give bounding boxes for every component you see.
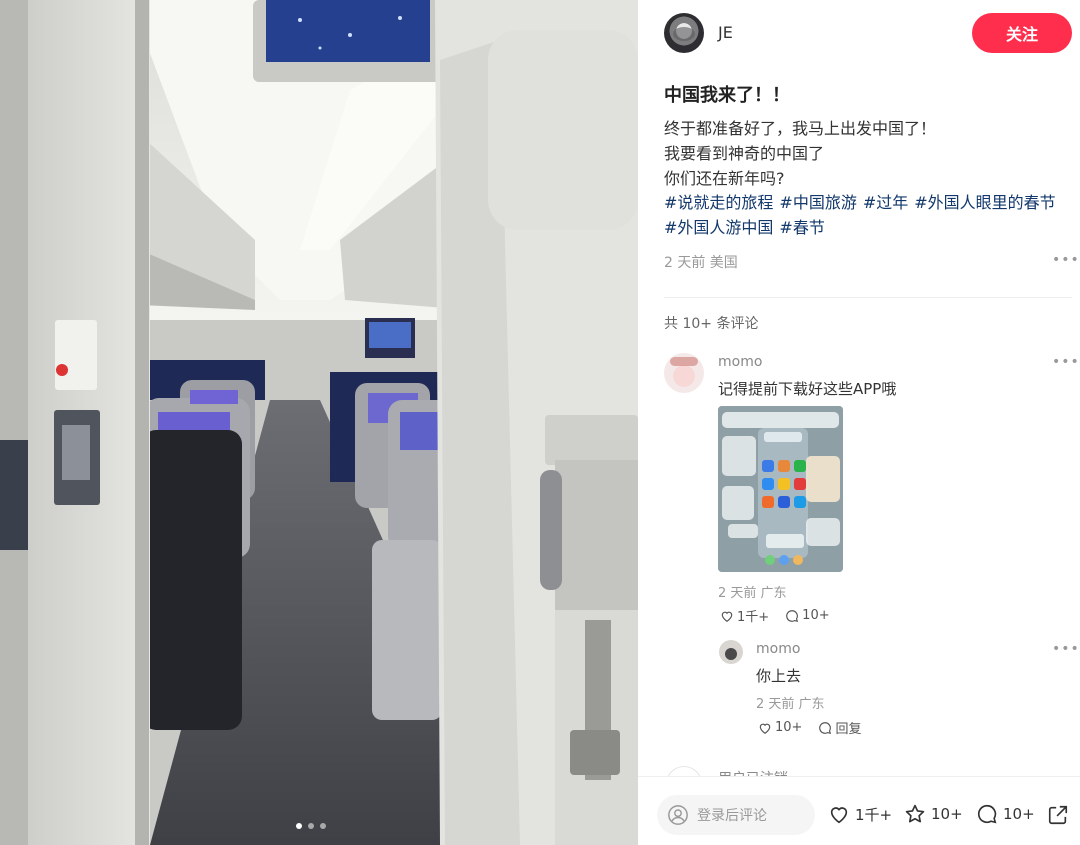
bottom-action-bar: 登录后评论 1千+ 10+ 10+	[638, 776, 1080, 845]
pager-dot[interactable]	[320, 823, 326, 829]
star-icon	[905, 804, 925, 823]
heart-icon	[759, 723, 771, 734]
comment-icon	[786, 609, 799, 622]
comment-avatar[interactable]	[664, 353, 704, 393]
hashtag-link[interactable]: #中国旅游	[779, 190, 856, 215]
comment-meta: 2 天前 广东	[718, 586, 787, 601]
collect-button[interactable]: 10+	[904, 803, 963, 825]
hashtag-link[interactable]: #外国人游中国	[664, 215, 773, 240]
reply-like-count: 10+	[775, 720, 803, 735]
reply-like-button[interactable]: 10+	[758, 718, 802, 737]
post-title: 中国我来了！！	[664, 85, 790, 106]
post-photo[interactable]	[0, 0, 638, 845]
comment-reply-button[interactable]: 10+	[785, 606, 830, 625]
image-pager[interactable]	[296, 823, 326, 829]
post-meta: 2 天前 美国	[664, 255, 738, 271]
author-name[interactable]: JE	[718, 23, 733, 42]
hashtag-link[interactable]: #外国人眼里的春节	[914, 190, 1055, 215]
post-body-line: 你们还在新年吗?	[664, 169, 785, 188]
comment-username[interactable]: momo	[718, 354, 762, 370]
more-icon[interactable]: •••	[1052, 641, 1080, 657]
post-body-line: 我要看到神奇的中国了	[664, 144, 825, 163]
comment-count: 共 10+ 条评论	[664, 316, 759, 332]
hashtag-link[interactable]: #春节	[779, 215, 824, 240]
comment-button[interactable]: 10+	[976, 803, 1035, 825]
like-button[interactable]: 1千+	[828, 803, 892, 825]
author-avatar[interactable]	[664, 13, 704, 53]
comment-actions: 1千+ 10+	[720, 606, 830, 625]
comment-image[interactable]	[718, 406, 843, 572]
comment-icon	[819, 721, 832, 734]
post-detail-panel: JE 关注 中国我来了！！ 终于都准备好了，我马上出发中国了！ 我要看到神奇的中…	[638, 0, 1080, 845]
comment-like-button[interactable]: 1千+	[720, 606, 769, 625]
comment-icon	[977, 804, 997, 824]
like-count: 1千+	[855, 805, 893, 824]
reply-actions: 10+ 回复	[758, 718, 861, 737]
app-list-image	[718, 406, 843, 572]
heart-icon	[721, 611, 733, 622]
hashtag-link[interactable]: #过年	[863, 190, 908, 215]
share-icon	[1048, 805, 1068, 825]
follow-button[interactable]: 关注	[972, 13, 1072, 53]
reply-meta: 2 天前 广东	[756, 697, 825, 712]
more-icon[interactable]: •••	[1052, 252, 1080, 268]
more-icon[interactable]: •••	[1052, 354, 1080, 370]
comment-input[interactable]: 登录后评论	[657, 795, 815, 835]
comment-placeholder: 登录后评论	[697, 808, 767, 824]
reply-reply-button[interactable]: 回复	[818, 718, 861, 737]
divider	[664, 297, 1072, 298]
post-body: 终于都准备好了，我马上出发中国了！ 我要看到神奇的中国了 你们还在新年吗?	[664, 116, 1064, 191]
collect-count: 10+	[931, 805, 963, 823]
airplane-cabin-photo	[0, 0, 638, 845]
reply-text: 你上去	[756, 667, 802, 685]
reply-username[interactable]: momo	[756, 641, 800, 657]
share-button[interactable]	[1047, 804, 1069, 830]
post-body-line: 终于都准备好了，我马上出发中国了！	[664, 119, 937, 138]
author-row: JE 关注	[664, 13, 1072, 53]
reply-avatar[interactable]	[719, 640, 743, 664]
comment-total: 10+	[1003, 805, 1035, 823]
comment-like-count: 1千+	[737, 610, 770, 625]
comment-text: 记得提前下载好这些APP哦	[718, 380, 897, 398]
heart-icon	[830, 807, 848, 824]
post-tags: #说就走的旅程 #中国旅游 #过年 #外国人眼里的春节 #外国人游中国 #春节	[664, 190, 1074, 240]
pager-dot[interactable]	[296, 823, 302, 829]
user-icon	[668, 805, 688, 825]
pager-dot[interactable]	[308, 823, 314, 829]
comment-reply-count: 10+	[802, 608, 830, 623]
reply-label: 回复	[835, 722, 862, 737]
hashtag-link[interactable]: #说就走的旅程	[664, 190, 773, 215]
